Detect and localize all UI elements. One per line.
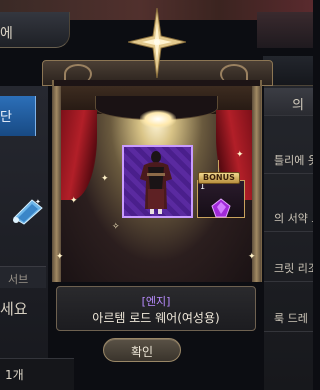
background-right-item[interactable]: 의 서약 드 xyxy=(264,204,313,232)
background-active-tab-label: 단 xyxy=(0,110,12,125)
background-count-text: 1개 xyxy=(5,368,24,382)
item-grade: [엔지] xyxy=(141,295,171,308)
background-right-item-label: 의 xyxy=(292,98,304,113)
sparkle-icon: ✦ xyxy=(101,174,109,184)
blue-scroll-icon: ✦ xyxy=(13,198,43,225)
background-right-item-label: 의 서약 드 xyxy=(274,212,313,225)
background-right-item-label: 틀리에 옷 xyxy=(274,154,313,167)
background-right-item[interactable]: 틀리에 옷 xyxy=(264,146,313,174)
background-right-item[interactable]: 크릿 리조 xyxy=(264,254,313,282)
background-sub-tab-label: 서브 xyxy=(8,273,29,286)
sparkle-icon: ✦ xyxy=(70,196,78,206)
outfit-figure-icon xyxy=(140,151,172,214)
background-right-item[interactable]: 룩 드레 xyxy=(264,304,313,332)
background-sub-tab[interactable]: 서브 xyxy=(0,266,46,288)
sparkle-icon: ✦ xyxy=(248,252,256,262)
background-count-box: 1개 xyxy=(0,358,74,390)
sparkle-icon: ✦ xyxy=(236,150,244,160)
background-active-tab[interactable]: 단 xyxy=(0,96,36,136)
compass-star-icon xyxy=(128,8,186,78)
background-header-left: 에 xyxy=(0,12,70,48)
confirm-button-label: 확인 xyxy=(130,345,154,359)
spotlight xyxy=(140,110,176,128)
sparkle-icon: ✦ xyxy=(56,252,64,262)
item-name: 아르템 로드 웨어(여성용) xyxy=(92,311,220,325)
bonus-tag: BONUS xyxy=(198,172,240,184)
background-right-item[interactable]: 의 xyxy=(264,88,313,116)
svg-text:✦: ✦ xyxy=(35,198,41,206)
sparkle-icon: ✧ xyxy=(112,222,120,232)
bonus-label: BONUS xyxy=(203,173,235,182)
background-right-panel xyxy=(264,86,313,390)
background-right-item-label: 룩 드레 xyxy=(274,312,308,325)
confirm-button[interactable]: 확인 xyxy=(103,338,181,362)
background-partial-text: 세요 xyxy=(0,300,28,318)
background-header-text: 에 xyxy=(0,26,13,42)
background-right-item-label: 크릿 리조 xyxy=(274,262,313,275)
background-header-right xyxy=(257,12,313,48)
purple-gem-icon xyxy=(211,198,231,218)
